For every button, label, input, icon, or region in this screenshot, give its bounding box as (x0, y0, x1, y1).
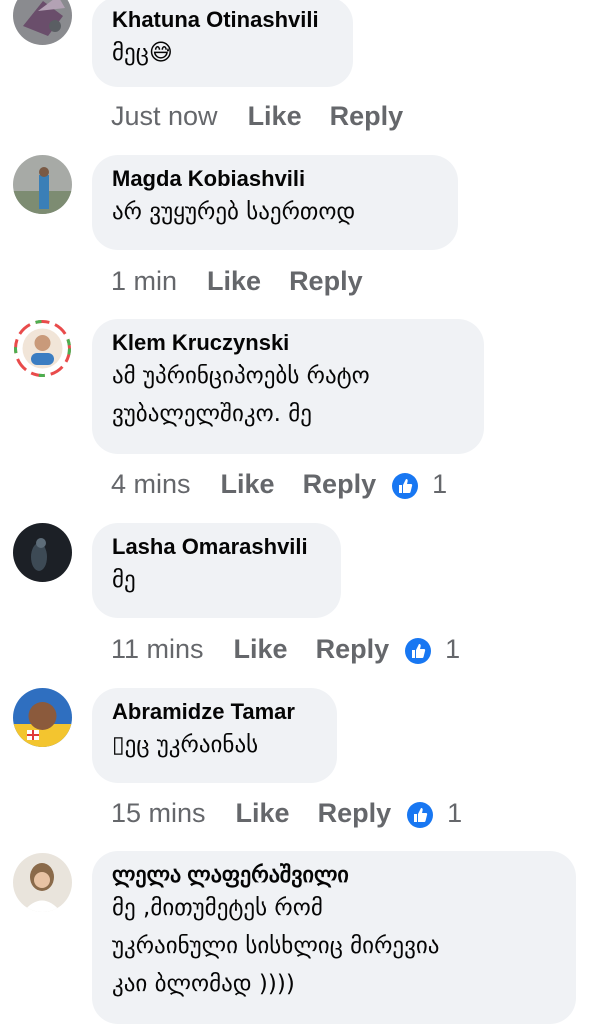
timestamp[interactable]: Just now (111, 101, 218, 132)
comment-actions: 11 mins Like Reply 1 (111, 632, 460, 666)
thumbs-up-icon[interactable] (405, 638, 432, 664)
commenter-name[interactable]: Abramidze Tamar (112, 698, 317, 726)
like-button[interactable]: Like (207, 266, 261, 297)
comment-text-line: უკრაინული სისხლიც მირევია (112, 933, 440, 959)
comment-text-line: ვუბალელშიკო. მე (112, 401, 312, 427)
comment-text: მე (112, 567, 136, 593)
reply-button[interactable]: Reply (318, 798, 392, 829)
comment-bubble: ლელა ლაფერაშვილი მე ,მითუმეტეს რომ უკრაი… (92, 851, 576, 1024)
comment-actions: 15 mins Like Reply 1 (111, 796, 462, 830)
reply-button[interactable]: Reply (330, 101, 404, 132)
comment-text-line: მე ,მითუმეტეს რომ (112, 895, 323, 921)
comment-actions: 1 min Like Reply (111, 264, 391, 298)
avatar[interactable] (13, 688, 72, 747)
reply-button[interactable]: Reply (303, 469, 377, 500)
comment-text-line: ამ უპრინციპოებს რატო (112, 363, 370, 389)
thumbs-up-icon[interactable] (407, 802, 434, 828)
comment-text: ▯ეც უკრაინას (112, 732, 259, 758)
reaction-count[interactable]: 1 (447, 798, 462, 829)
avatar[interactable] (13, 155, 72, 214)
thumbs-up-icon[interactable] (392, 473, 419, 499)
like-button[interactable]: Like (221, 469, 275, 500)
comment-bubble: Abramidze Tamar ▯ეც უკრაინას (92, 688, 337, 783)
reaction-count[interactable]: 1 (445, 634, 460, 665)
avatar[interactable] (13, 523, 72, 582)
reaction-count[interactable]: 1 (432, 469, 447, 500)
comment-actions: Just now Like Reply (111, 99, 431, 133)
comment-text-line: კაი ბლომად )))) (112, 971, 295, 997)
reply-button[interactable]: Reply (316, 634, 390, 665)
comment-bubble: Khatuna Otinashvili მეც😅 (92, 0, 353, 87)
avatar[interactable] (13, 0, 72, 45)
timestamp[interactable]: 4 mins (111, 469, 191, 500)
comment-bubble: Klem Kruczynski ამ უპრინციპოებს რატო ვუბ… (92, 319, 484, 454)
commenter-name[interactable]: Klem Kruczynski (112, 329, 464, 357)
commenter-name[interactable]: Khatuna Otinashvili (112, 6, 333, 34)
like-button[interactable]: Like (236, 798, 290, 829)
comment-bubble: Lasha Omarashvili მე (92, 523, 341, 618)
commenter-name[interactable]: Lasha Omarashvili (112, 533, 321, 561)
comment-actions: 4 mins Like Reply 1 (111, 467, 447, 501)
like-button[interactable]: Like (248, 101, 302, 132)
timestamp[interactable]: 1 min (111, 266, 177, 297)
timestamp[interactable]: 11 mins (111, 634, 204, 665)
avatar[interactable] (13, 853, 72, 912)
comment-text: არ ვუყურებ საერთოდ (112, 199, 356, 225)
commenter-name[interactable]: ლელა ლაფერაშვილი (112, 861, 556, 889)
avatar[interactable] (13, 319, 72, 378)
comment-bubble: Magda Kobiashvili არ ვუყურებ საერთოდ (92, 155, 458, 250)
timestamp[interactable]: 15 mins (111, 798, 206, 829)
reply-button[interactable]: Reply (289, 266, 363, 297)
like-button[interactable]: Like (234, 634, 288, 665)
commenter-name[interactable]: Magda Kobiashvili (112, 165, 438, 193)
comment-text: მეც😅 (112, 40, 173, 66)
